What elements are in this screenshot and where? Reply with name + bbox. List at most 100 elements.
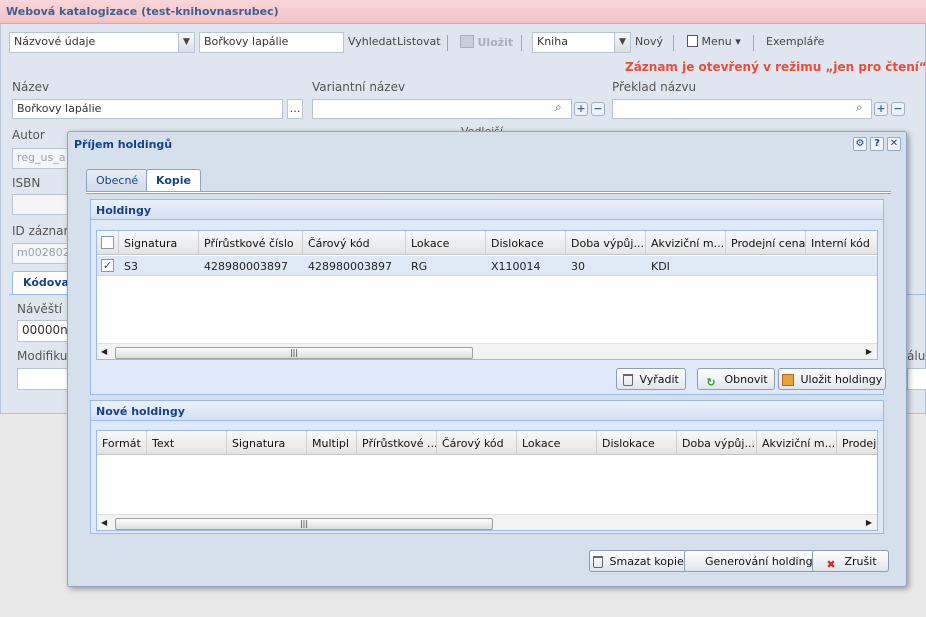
title-field[interactable]: Bořkovy lapálie xyxy=(12,99,283,119)
modified-field[interactable] xyxy=(17,368,72,390)
more-button[interactable]: … xyxy=(287,99,303,119)
toolbar-separator xyxy=(753,35,754,51)
isbn-field[interactable] xyxy=(12,194,72,215)
column-header[interactable]: Akviziční m... xyxy=(757,431,837,455)
dialog-title: Příjem holdingů xyxy=(74,138,173,151)
record-id-label: ID záznam xyxy=(12,224,76,238)
close-icon[interactable]: ✕ xyxy=(887,137,901,151)
grid-header: Signatura Přírůstkové číslo Čárový kód L… xyxy=(97,231,877,255)
browse-button[interactable]: Listovat xyxy=(397,35,441,48)
new-holdings-panel: Nové holdingy Formát Text Signatura Mult… xyxy=(90,400,884,534)
tab-general[interactable]: Obecné xyxy=(86,169,149,192)
horizontal-scrollbar[interactable]: ◀ ||| ▶ xyxy=(97,514,877,530)
column-header[interactable]: Interní kód xyxy=(806,231,877,255)
delete-copies-button[interactable]: Smazat kopie xyxy=(589,550,688,572)
floppy-icon xyxy=(782,374,794,386)
translation-field[interactable] xyxy=(612,99,872,119)
delete-copies-label: Smazat kopie xyxy=(609,555,684,568)
column-header[interactable]: Akviziční m... xyxy=(646,231,726,255)
tab-strip-line xyxy=(86,191,891,194)
column-header[interactable]: Doba výpůj... xyxy=(566,231,646,255)
discard-button[interactable]: Vyřadit xyxy=(616,368,686,390)
grid-header: Formát Text Signatura Multipl Přírůstkov… xyxy=(97,431,877,455)
leader-field[interactable]: 00000na xyxy=(17,320,72,342)
select-all-cell xyxy=(97,231,119,255)
search-icon[interactable]: ⌕ xyxy=(856,100,863,115)
scroll-left-icon[interactable]: ◀ xyxy=(101,518,107,527)
column-header[interactable]: Prodejní cena xyxy=(726,231,806,255)
menu-button[interactable]: Menu ▾ xyxy=(687,35,741,48)
column-header[interactable]: Lokace xyxy=(517,431,597,455)
column-header[interactable]: Čárový kód xyxy=(437,431,517,455)
add-icon[interactable]: + xyxy=(874,102,888,116)
tab-copies[interactable]: Kopie xyxy=(146,169,201,193)
table-cell xyxy=(806,256,877,276)
table-row[interactable]: ✓ S3 428980003897 428980003897 RG X11001… xyxy=(97,256,877,276)
search-button[interactable]: Vyhledat xyxy=(348,35,397,48)
column-header[interactable]: Přírůstkové ... xyxy=(357,431,437,455)
save-holdings-button[interactable]: Uložit holdingy xyxy=(778,368,887,390)
discard-label: Vyřadit xyxy=(639,373,679,386)
horizontal-scrollbar[interactable]: ◀ ||| ▶ xyxy=(97,343,877,359)
column-header[interactable]: Prodejn xyxy=(837,431,877,455)
add-icon[interactable]: + xyxy=(574,102,588,116)
save-button[interactable]: Uložit xyxy=(460,35,513,49)
type-select[interactable]: Kniha ▼ xyxy=(532,32,631,53)
floppy-icon xyxy=(460,35,474,48)
scroll-left-icon[interactable]: ◀ xyxy=(101,347,107,356)
generate-holdings-button[interactable]: Generování holdingů xyxy=(684,550,829,572)
scroll-thumb[interactable]: ||| xyxy=(115,347,473,359)
remove-icon[interactable]: − xyxy=(891,102,905,116)
toolbar-separator xyxy=(447,35,448,51)
help-icon[interactable]: ? xyxy=(870,137,884,151)
chevron-down-icon[interactable]: ▼ xyxy=(178,33,194,52)
column-header[interactable]: Lokace xyxy=(406,231,486,255)
column-header[interactable]: Multipl xyxy=(307,431,357,455)
translation-label: Překlad názvu xyxy=(612,80,697,94)
cancel-label: Zrušit xyxy=(844,555,877,568)
holdings-panel: Holdingy Signatura Přírůstkové číslo Čár… xyxy=(90,199,887,395)
refresh-button[interactable]: ↻ Obnovit xyxy=(697,368,775,390)
column-header[interactable]: Formát xyxy=(97,431,147,455)
author-field[interactable]: reg_us_a xyxy=(12,148,72,169)
column-header[interactable]: Přírůstkové číslo xyxy=(199,231,303,255)
search-icon[interactable]: ⌕ xyxy=(555,100,562,115)
search-input[interactable]: Bořkovy lapálie xyxy=(199,32,344,53)
table-cell: RG xyxy=(411,260,428,273)
new-holdings-grid: Formát Text Signatura Multipl Přírůstkov… xyxy=(96,430,878,531)
record-id-field[interactable]: m002802 xyxy=(12,243,72,264)
type-select-value: Kniha xyxy=(537,35,568,48)
cancel-button[interactable]: ✖ Zrušit xyxy=(812,550,889,572)
save-label: Uložit xyxy=(477,36,514,49)
field-select[interactable]: Názvové údaje ▼ xyxy=(9,32,195,53)
table-cell: 30 xyxy=(571,260,585,273)
variant-title-field[interactable] xyxy=(312,99,572,119)
scroll-right-icon[interactable]: ▶ xyxy=(866,347,872,356)
select-all-checkbox[interactable] xyxy=(101,236,114,249)
copies-button[interactable]: Exempláře xyxy=(766,35,824,48)
table-cell: S3 xyxy=(124,260,138,273)
table-cell xyxy=(726,256,806,276)
new-button[interactable]: Nový xyxy=(635,35,663,48)
row-checkbox[interactable]: ✓ xyxy=(101,259,114,272)
tab-coded[interactable]: Kódova xyxy=(12,271,72,295)
scroll-thumb[interactable]: ||| xyxy=(115,518,493,530)
column-header[interactable]: Čárový kód xyxy=(303,231,406,255)
remove-icon[interactable]: − xyxy=(591,102,605,116)
dialog-header: Příjem holdingů ⚙ ? ✕ xyxy=(68,132,906,156)
column-header[interactable]: Doba výpůj... xyxy=(677,431,757,455)
gear-icon[interactable]: ⚙ xyxy=(853,137,867,151)
column-header[interactable]: Dislokace xyxy=(597,431,677,455)
toolbar-separator xyxy=(673,35,674,51)
column-header[interactable]: Signatura xyxy=(227,431,307,455)
side-field[interactable] xyxy=(907,368,926,390)
scroll-right-icon[interactable]: ▶ xyxy=(866,518,872,527)
document-icon xyxy=(687,35,698,47)
table-cell: X110014 xyxy=(491,260,541,273)
chevron-down-icon[interactable]: ▼ xyxy=(614,33,630,52)
column-header[interactable]: Text xyxy=(147,431,227,455)
column-header[interactable]: Signatura xyxy=(119,231,199,255)
save-holdings-label: Uložit holdingy xyxy=(800,373,883,386)
column-header[interactable]: Dislokace xyxy=(486,231,566,255)
leader-label: Návěští xyxy=(17,302,63,316)
